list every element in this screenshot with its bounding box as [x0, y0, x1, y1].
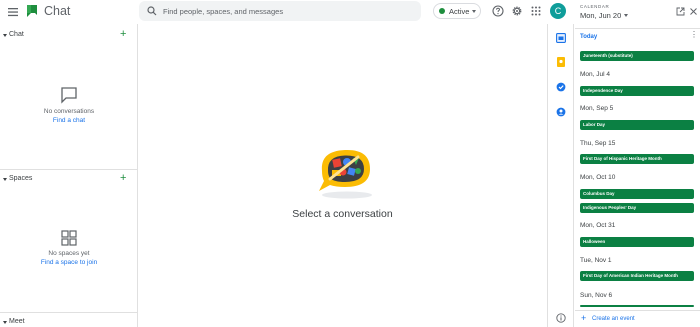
day-heading: Mon, Oct 31	[580, 222, 616, 229]
day-heading: Mon, Sep 5	[580, 105, 614, 112]
section-divider	[0, 169, 138, 170]
help-icon[interactable]	[492, 5, 504, 17]
top-bar: Chat Active C	[0, 0, 572, 24]
meet-section-title: Meet	[9, 318, 25, 325]
new-chat-plus-icon[interactable]: +	[120, 28, 126, 40]
spaces-section-title: Spaces	[9, 175, 33, 182]
apps-grid-icon[interactable]	[530, 5, 542, 17]
chevron-down-icon	[472, 9, 477, 13]
main-content: Select a conversation	[139, 24, 546, 327]
contacts-app-icon[interactable]	[556, 107, 566, 117]
plus-icon: +	[581, 313, 587, 323]
chevron-down-icon[interactable]	[3, 178, 7, 181]
search-icon[interactable]	[147, 6, 157, 16]
event-chip[interactable]: First Day of Hispanic Heritage Month	[580, 154, 694, 164]
day-heading: Sun, Nov 6	[580, 292, 613, 299]
spaces-grid-icon	[61, 230, 77, 246]
status-selector[interactable]: Active	[433, 3, 481, 19]
open-in-new-tab-icon[interactable]	[676, 7, 685, 16]
new-space-plus-icon[interactable]: +	[120, 172, 126, 184]
today-button[interactable]: Today	[580, 34, 597, 40]
status-dot-icon	[439, 8, 445, 14]
day-heading: Mon, Oct 10	[580, 174, 616, 181]
calendar-app-icon[interactable]	[556, 33, 566, 43]
menu-icon[interactable]	[7, 6, 19, 18]
spaces-section-header[interactable]: Spaces +	[0, 172, 138, 188]
chat-section-header[interactable]: Chat +	[0, 28, 138, 44]
calendar-panel: CALENDAR Mon, Jun 20 Today ⋮ Juneteenth …	[575, 0, 700, 327]
calendar-current-date: Mon, Jun 20	[580, 11, 622, 20]
chevron-down-icon	[624, 14, 629, 17]
today-row: Today ⋮	[575, 28, 700, 44]
no-spaces-text: No spaces yet	[48, 250, 90, 257]
day-heading: Thu, Sep 15	[580, 140, 616, 147]
chevron-down-icon[interactable]	[3, 321, 7, 324]
find-chat-link[interactable]: Find a chat	[0, 117, 138, 124]
tasks-app-icon[interactable]	[556, 82, 566, 92]
search-bar[interactable]	[139, 1, 421, 21]
day-heading: Tue, Nov 1	[580, 257, 612, 264]
chat-section-title: Chat	[9, 31, 24, 38]
create-event-label: Create an event	[592, 316, 635, 322]
meet-section-header[interactable]: Meet	[0, 315, 138, 327]
event-chip[interactable]: Independence Day	[580, 86, 694, 96]
section-divider	[0, 312, 138, 313]
day-heading: Mon, Jul 4	[580, 71, 610, 78]
left-nav-panel: Chat + No conversations Find a chat Spac…	[0, 24, 138, 327]
search-input[interactable]	[163, 4, 413, 18]
select-conversation-text: Select a conversation	[292, 208, 393, 220]
status-label: Active	[449, 6, 470, 16]
event-chip[interactable]: Labor Day	[580, 120, 694, 130]
account-avatar[interactable]: C	[550, 3, 566, 19]
find-space-link[interactable]: Find a space to join	[0, 259, 138, 266]
more-options-icon[interactable]: ⋮	[690, 31, 698, 39]
app-title[interactable]: Chat	[44, 4, 70, 18]
chat-logo-icon	[27, 5, 37, 17]
side-rail	[547, 24, 574, 327]
calendar-panel-label: CALENDAR	[580, 4, 610, 9]
event-chip[interactable]: First Day of American Indian Heritage Mo…	[580, 271, 694, 281]
close-icon[interactable]	[689, 7, 698, 16]
no-conversations-text: No conversations	[43, 108, 95, 115]
chevron-down-icon[interactable]	[3, 34, 7, 37]
chat-bubble-icon	[61, 87, 77, 104]
event-chip[interactable]: Indigenous Peoples' Day	[580, 203, 694, 213]
event-chip[interactable]: Halloween	[580, 237, 694, 247]
event-chip[interactable]: Juneteenth (substitute)	[580, 51, 694, 61]
keep-app-icon[interactable]	[556, 57, 566, 67]
calendar-date-selector[interactable]: Mon, Jun 20	[580, 11, 629, 20]
spaces-empty-state: No spaces yet Find a space to join	[0, 230, 138, 266]
settings-gear-icon[interactable]	[511, 5, 523, 17]
create-event-button[interactable]: + Create an event	[575, 310, 700, 327]
info-icon[interactable]	[556, 313, 566, 323]
event-chip-partial[interactable]	[580, 305, 694, 307]
conversation-illustration	[319, 149, 372, 199]
event-chip[interactable]: Columbus Day	[580, 189, 694, 199]
chat-empty-state: No conversations Find a chat	[0, 86, 138, 124]
